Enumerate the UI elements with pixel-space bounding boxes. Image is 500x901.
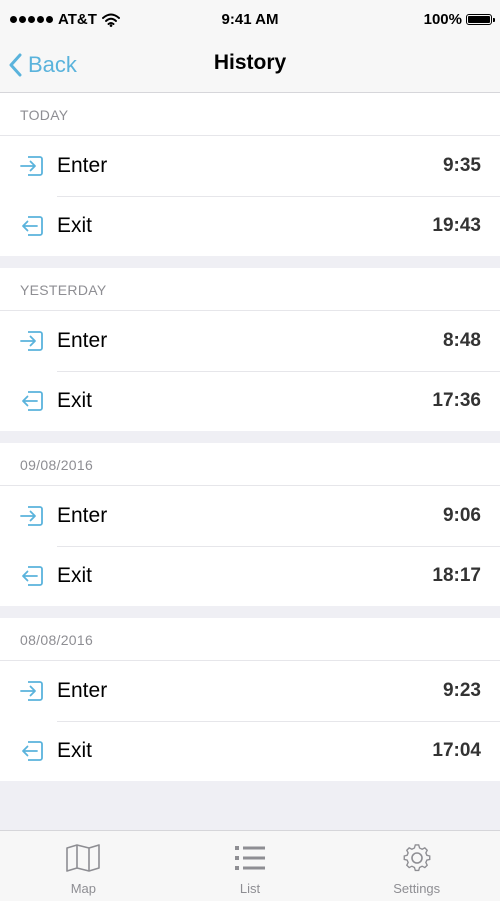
gear-icon (399, 843, 435, 873)
exit-icon (19, 739, 44, 763)
row-time: 8:48 (442, 330, 481, 351)
row-label: Enter (57, 504, 108, 527)
exit-icon (19, 389, 44, 413)
history-row-exit[interactable]: Exit 17:36 (0, 371, 500, 431)
tab-label: List (239, 881, 261, 896)
history-row-enter[interactable]: Enter 8:48 (0, 311, 500, 371)
section-header: 09/08/2016 (0, 443, 500, 486)
section-header: TODAY (0, 93, 500, 136)
tab-label: Map (70, 881, 96, 896)
exit-icon (19, 564, 44, 588)
tab-label: Settings (393, 881, 441, 896)
row-time: 17:36 (432, 390, 481, 411)
map-icon (65, 843, 101, 873)
battery-icon (466, 14, 495, 25)
history-row-enter[interactable]: Enter 9:06 (0, 486, 500, 546)
history-list: TODAY Enter 9:35 Exit 19:43 YESTERDAY Enter 8:4… (0, 93, 500, 793)
tab-settings[interactable]: Settings (333, 831, 500, 901)
row-label: Exit (57, 214, 93, 237)
page-title: History (213, 51, 287, 74)
row-label: Exit (57, 739, 93, 762)
status-right: 100% (423, 11, 495, 28)
history-row-exit[interactable]: Exit 19:43 (0, 196, 500, 256)
row-time: 9:06 (442, 505, 481, 526)
enter-icon (19, 504, 44, 528)
row-label: Enter (57, 154, 108, 177)
history-row-exit[interactable]: Exit 17:04 (0, 721, 500, 781)
tab-list[interactable]: List (167, 831, 334, 901)
history-section: 09/08/2016 Enter 9:06 Exit 18:17 (0, 443, 500, 606)
history-row-exit[interactable]: Exit 18:17 (0, 546, 500, 606)
row-label: Enter (57, 329, 108, 352)
row-label: Exit (57, 564, 93, 587)
row-time: 17:04 (432, 740, 481, 761)
list-icon (232, 843, 268, 873)
history-section: YESTERDAY Enter 8:48 Exit 17:36 (0, 268, 500, 431)
row-time: 9:35 (442, 155, 481, 176)
section-header: YESTERDAY (0, 268, 500, 311)
section-header: 08/08/2016 (0, 618, 500, 661)
row-label: Enter (57, 679, 108, 702)
enter-icon (19, 329, 44, 353)
history-section: TODAY Enter 9:35 Exit 19:43 (0, 93, 500, 256)
tab-bar: Map List Settings (0, 830, 500, 901)
enter-icon (19, 679, 44, 703)
battery-fill (468, 16, 490, 23)
battery-percent: 100% (423, 11, 462, 28)
exit-icon (19, 214, 44, 238)
row-label: Exit (57, 389, 93, 412)
row-time: 19:43 (432, 215, 481, 236)
navigation-bar: Back History (0, 38, 500, 93)
history-section: 08/08/2016 Enter 9:23 Exit 17:04 (0, 618, 500, 781)
history-row-enter[interactable]: Enter 9:23 (0, 661, 500, 721)
status-bar: AT&T 9:41 AM 100% (0, 0, 500, 38)
tab-map[interactable]: Map (0, 831, 167, 901)
row-time: 9:23 (442, 680, 481, 701)
history-row-enter[interactable]: Enter 9:35 (0, 136, 500, 196)
enter-icon (19, 154, 44, 178)
row-time: 18:17 (432, 565, 481, 586)
